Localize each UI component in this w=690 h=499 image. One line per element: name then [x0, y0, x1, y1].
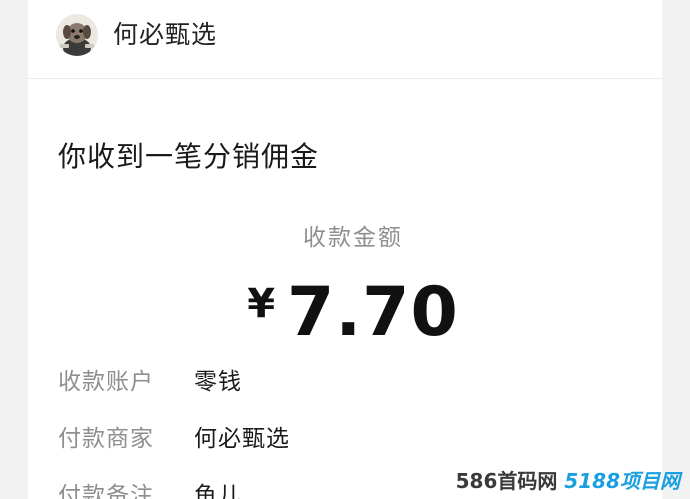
- notice-title: 你收到一笔分销佣金: [58, 140, 320, 173]
- detail-value: 零钱: [194, 369, 242, 395]
- merchant-header[interactable]: 何必甄选: [28, 0, 662, 79]
- amount-value: 7.70: [287, 273, 459, 352]
- detail-value: 鱼儿: [194, 483, 242, 499]
- notification-card: 何必甄选 你收到一笔分销佣金 收款金额 ¥7.70 收款账户 零钱 付款商家 何必甄…: [28, 0, 662, 499]
- detail-label: 付款商家: [58, 426, 154, 452]
- detail-row-receiving-account: 收款账户 零钱: [58, 364, 242, 400]
- site-watermark: 586首码网 5188项目网: [456, 467, 680, 495]
- detail-label: 收款账户: [58, 369, 154, 395]
- amount-label: 收款金额: [303, 225, 403, 251]
- dog-avatar-icon[interactable]: [56, 14, 98, 56]
- amount-display: ¥7.70: [28, 272, 678, 354]
- detail-row-payment-note: 付款备注 鱼儿: [58, 478, 242, 499]
- payment-notification-screen: 何必甄选 你收到一笔分销佣金 收款金额 ¥7.70 收款账户 零钱 付款商家 何必甄…: [0, 0, 690, 499]
- watermark-text: 586首码网: [455, 469, 558, 493]
- dog-avatar-graphic: [56, 14, 98, 56]
- watermark-accent: 5188项目网: [564, 469, 680, 493]
- detail-row-paying-merchant: 付款商家 何必甄选: [58, 421, 290, 457]
- detail-label: 付款备注: [58, 483, 154, 499]
- merchant-name[interactable]: 何必甄选: [113, 18, 217, 52]
- detail-value: 何必甄选: [194, 426, 290, 452]
- currency-symbol: ¥: [247, 281, 276, 327]
